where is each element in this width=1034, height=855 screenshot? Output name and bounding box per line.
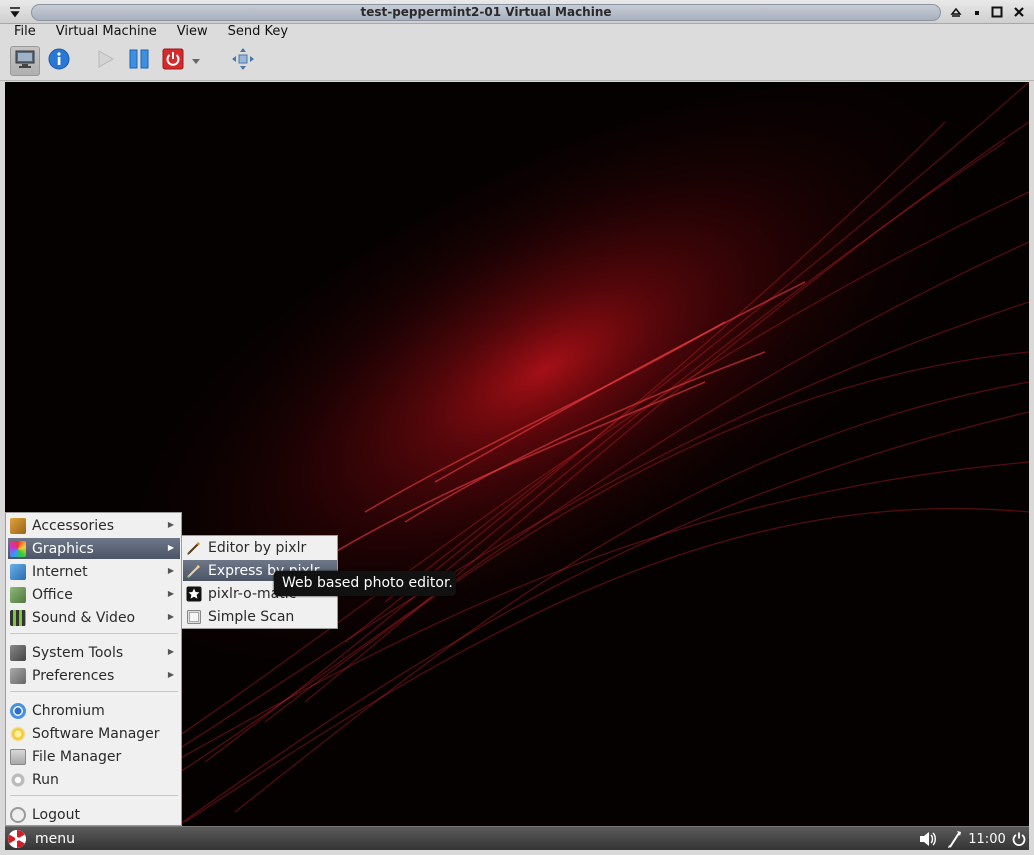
- maximize-icon[interactable]: [989, 4, 1005, 20]
- chromium-icon: [10, 702, 26, 719]
- menu-separator: [10, 795, 178, 796]
- menu-file[interactable]: File: [7, 24, 43, 42]
- submenu-item-label: Editor by pixlr: [208, 539, 307, 556]
- menu-category-office[interactable]: Office ▶: [8, 584, 180, 605]
- menu-app-run[interactable]: Run: [8, 769, 180, 790]
- run-icon: [10, 771, 26, 788]
- accessories-icon: [10, 517, 26, 534]
- menu-separator: [10, 691, 178, 692]
- menu-item-label: Graphics: [32, 540, 94, 557]
- pause-button[interactable]: [124, 46, 154, 76]
- scanner-icon: [186, 609, 202, 625]
- toolbar: [0, 42, 1034, 81]
- submenu-arrow-icon: ▶: [167, 670, 174, 679]
- menu-item-label: Internet: [32, 563, 88, 580]
- menu-item-label: Accessories: [32, 517, 115, 534]
- menu-logout[interactable]: Logout: [8, 804, 180, 825]
- menu-app-file-manager[interactable]: File Manager: [8, 746, 180, 767]
- window-title: test-peppermint2-01 Virtual Machine: [31, 4, 941, 21]
- menu-separator: [10, 633, 178, 634]
- peppermint-logo-icon: [8, 830, 26, 848]
- submenu-arrow-icon: ▶: [167, 520, 174, 529]
- menu-virtual-machine[interactable]: Virtual Machine: [49, 24, 164, 42]
- menubar: File Virtual Machine View Send Key: [0, 24, 1034, 42]
- fullscreen-button[interactable]: [228, 46, 258, 76]
- submenu-arrow-icon: ▶: [167, 566, 174, 575]
- menu-category-graphics[interactable]: Graphics ▶: [8, 538, 180, 559]
- shade-icon[interactable]: [948, 4, 964, 20]
- dropdown-arrow-icon: [191, 54, 201, 69]
- power-tray-icon[interactable]: [1009, 827, 1029, 850]
- info-icon: [48, 48, 70, 74]
- panel-clock[interactable]: 11:00: [967, 827, 1007, 850]
- logout-icon: [10, 806, 26, 823]
- menu-category-system-tools[interactable]: System Tools ▶: [8, 642, 180, 663]
- submenu-arrow-icon: ▶: [167, 647, 174, 656]
- sound-video-icon: [10, 609, 26, 626]
- taskbar-panel: menu 11:00: [5, 826, 1029, 850]
- submenu-item-label: Simple Scan: [208, 608, 295, 625]
- volume-icon[interactable]: [916, 827, 940, 850]
- shutdown-dropdown-button[interactable]: [188, 46, 204, 76]
- submenu-arrow-icon: ▶: [167, 612, 174, 621]
- file-manager-icon: [10, 748, 26, 765]
- menu-item-label: Chromium: [32, 702, 105, 719]
- guest-desktop[interactable]: Accessories ▶ Graphics ▶ Internet ▶ Offi…: [5, 82, 1029, 850]
- preferences-icon: [10, 667, 26, 684]
- shutdown-button[interactable]: [158, 46, 188, 76]
- menu-item-label: System Tools: [32, 644, 124, 661]
- window-titlebar[interactable]: test-peppermint2-01 Virtual Machine: [0, 0, 1034, 24]
- menu-item-label: Sound & Video: [32, 609, 136, 626]
- start-menu-button[interactable]: menu: [5, 827, 75, 850]
- menu-item-label: Office: [32, 586, 73, 603]
- menu-category-sound-video[interactable]: Sound & Video ▶: [8, 607, 180, 628]
- system-tools-icon: [10, 644, 26, 661]
- star-badge-icon: [186, 586, 202, 602]
- network-icon[interactable]: [944, 827, 966, 850]
- menu-category-preferences[interactable]: Preferences ▶: [8, 665, 180, 686]
- submenu-arrow-icon: ▶: [167, 589, 174, 598]
- menu-category-accessories[interactable]: Accessories ▶: [8, 515, 180, 536]
- submenu-item-editor-by-pixlr[interactable]: Editor by pixlr: [183, 537, 337, 558]
- brush-icon: [186, 540, 202, 556]
- office-icon: [10, 586, 26, 603]
- menu-item-label: Software Manager: [32, 725, 160, 742]
- details-button[interactable]: [44, 46, 74, 76]
- software-manager-icon: [10, 725, 26, 742]
- play-icon: [94, 48, 116, 74]
- brush-icon: [186, 563, 202, 579]
- menu-item-label: Logout: [32, 806, 80, 823]
- start-menu-label: menu: [35, 831, 75, 847]
- menu-item-label: Preferences: [32, 667, 115, 684]
- menu-app-software-manager[interactable]: Software Manager: [8, 723, 180, 744]
- start-menu: Accessories ▶ Graphics ▶ Internet ▶ Offi…: [5, 512, 182, 826]
- window-menu-icon[interactable]: [7, 4, 23, 20]
- tooltip: Web based photo editor.: [274, 571, 456, 596]
- internet-icon: [10, 563, 26, 580]
- menu-item-label: Run: [32, 771, 59, 788]
- run-button[interactable]: [90, 46, 120, 76]
- console-button[interactable]: [10, 46, 40, 76]
- submenu-arrow-icon: ▶: [167, 543, 174, 552]
- menu-category-internet[interactable]: Internet ▶: [8, 561, 180, 582]
- minimize-icon[interactable]: [969, 4, 985, 20]
- menu-item-label: File Manager: [32, 748, 122, 765]
- power-icon: [162, 48, 184, 74]
- pause-icon: [128, 48, 150, 74]
- fullscreen-icon: [231, 47, 255, 75]
- monitor-icon: [14, 49, 36, 73]
- close-icon[interactable]: [1011, 4, 1027, 20]
- graphics-icon: [10, 540, 26, 557]
- menu-send-key[interactable]: Send Key: [221, 24, 295, 42]
- menu-view[interactable]: View: [170, 24, 215, 42]
- submenu-item-simple-scan[interactable]: Simple Scan: [183, 606, 337, 627]
- menu-app-chromium[interactable]: Chromium: [8, 700, 180, 721]
